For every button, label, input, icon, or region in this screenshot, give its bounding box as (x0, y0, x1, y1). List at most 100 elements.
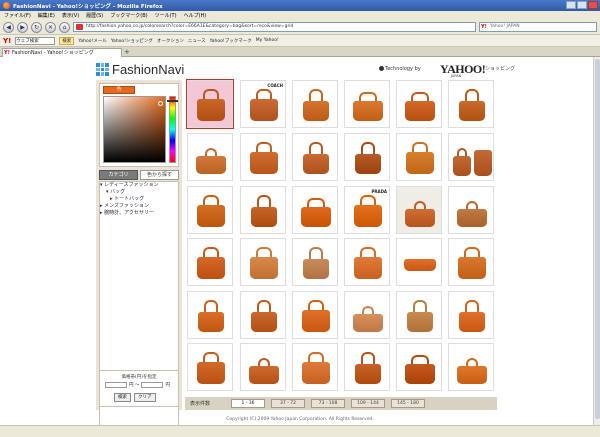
hue-slider[interactable] (169, 96, 176, 163)
page-button-2[interactable]: 37 - 72 (271, 399, 305, 408)
toolbar-link-news[interactable]: ニュース (188, 38, 206, 44)
bag-image (354, 257, 382, 279)
product-thumbnail[interactable] (292, 133, 338, 181)
product-thumbnail[interactable] (292, 80, 338, 128)
hue-slider-handle[interactable] (167, 100, 178, 102)
page-button-5[interactable]: 145 - 180 (391, 399, 425, 408)
product-thumbnail[interactable] (448, 80, 494, 128)
vertical-scrollbar[interactable] (593, 57, 600, 425)
product-thumbnail[interactable] (240, 343, 286, 391)
home-button[interactable]: ⌂ (59, 21, 70, 33)
tab-color-search[interactable]: 色から探す (140, 170, 179, 180)
product-thumbnail[interactable] (240, 133, 286, 181)
toolbar-search-button[interactable]: 検索 (59, 36, 75, 45)
product-thumbnail[interactable] (240, 238, 286, 286)
menu-tools[interactable]: ツール(T) (155, 12, 177, 19)
address-bar[interactable]: http://fashion.yahoo.co.jp/colorsearch?c… (73, 22, 476, 32)
bag-handle (361, 142, 375, 154)
toolbar-link-my-yahoo[interactable]: My Yahoo! (256, 38, 279, 43)
product-thumbnail[interactable] (187, 133, 233, 181)
fashionnavi-logo[interactable]: FashionNavi (96, 62, 184, 77)
price-min-input[interactable] (105, 382, 127, 388)
price-clear-button[interactable]: クリア (134, 393, 156, 402)
product-thumbnail[interactable] (292, 343, 338, 391)
new-tab-button[interactable]: + (124, 48, 130, 56)
toolbar-link-bookmarks[interactable]: Yahoo!ブックマーク (210, 38, 252, 44)
browser-search-input[interactable]: Yahoo! JAPAN (479, 22, 597, 32)
product-thumbnail[interactable] (187, 238, 233, 286)
product-thumbnail[interactable] (292, 238, 338, 286)
yahoo-japan-logo[interactable]: YAHOO! (440, 62, 486, 77)
product-thumbnail[interactable] (187, 343, 233, 391)
bag-image (197, 362, 225, 384)
minimize-button[interactable] (566, 1, 576, 9)
reload-button[interactable]: ↻ (31, 21, 42, 33)
product-thumbnail[interactable] (396, 186, 442, 234)
product-thumbnail[interactable] (187, 291, 233, 339)
bag-handle (203, 195, 219, 205)
price-search-button[interactable]: 検索 (114, 393, 131, 402)
bag-handle (413, 300, 427, 312)
product-thumbnail[interactable] (344, 133, 390, 181)
brand-label: COACH (267, 83, 283, 88)
product-thumbnail[interactable]: PRADA (344, 186, 390, 234)
category-mens[interactable]: ▸ メンズファッション (100, 203, 178, 210)
bag-handle (457, 148, 467, 156)
product-thumbnail[interactable] (396, 238, 442, 286)
forward-button[interactable]: ▶ (17, 21, 28, 33)
product-thumbnail[interactable] (448, 238, 494, 286)
sidebar: 色 カテゴリ 色から探す ▾ レディースファッション ▾ バッグ ▸ トートバッ… (96, 80, 182, 437)
menu-bookmarks[interactable]: ブックマーク(B) (110, 12, 147, 19)
product-thumbnail[interactable] (240, 291, 286, 339)
product-thumbnail[interactable] (448, 133, 494, 181)
category-tote[interactable]: ▸ トートバッグ (100, 196, 178, 203)
menu-file[interactable]: ファイル(F) (4, 12, 31, 19)
product-thumbnail[interactable] (344, 343, 390, 391)
browser-tab[interactable]: FashionNavi - Yahoo!ショッピング (2, 48, 122, 57)
toolbar-link-auction[interactable]: オークション (157, 38, 184, 44)
color-cursor[interactable] (158, 101, 163, 106)
page-button-4[interactable]: 109 - 144 (351, 399, 385, 408)
toolbar-search-select[interactable]: ウェブ検索 (15, 36, 56, 45)
page-button-3[interactable]: 73 - 108 (311, 399, 345, 408)
product-thumbnail[interactable] (396, 133, 442, 181)
color-saturation-area[interactable] (103, 96, 166, 163)
back-button[interactable]: ◀ (3, 21, 14, 33)
scrollbar-thumb[interactable] (595, 59, 600, 419)
product-thumbnail[interactable] (448, 186, 494, 234)
product-thumbnail[interactable] (187, 186, 233, 234)
toolbar-link-shopping[interactable]: Yahoo!ショッピング (111, 38, 153, 44)
tab-category[interactable]: カテゴリ (99, 170, 138, 180)
menu-history[interactable]: 履歴(S) (86, 12, 103, 19)
product-thumbnail[interactable] (344, 80, 390, 128)
product-thumbnail[interactable] (396, 291, 442, 339)
maximize-button[interactable] (577, 1, 587, 9)
product-thumbnail[interactable]: COACH (240, 80, 286, 128)
close-window-button[interactable] (588, 1, 598, 9)
product-thumbnail[interactable] (292, 186, 338, 234)
selected-color-swatch[interactable]: 色 (103, 86, 135, 94)
category-bags[interactable]: ▾ バッグ (100, 189, 178, 196)
product-thumbnail[interactable] (344, 291, 390, 339)
product-thumbnail[interactable] (292, 291, 338, 339)
category-watch-accessory[interactable]: ▸ 腕時計、アクセサリー (100, 210, 178, 217)
stop-button[interactable]: ✕ (45, 21, 56, 33)
menu-help[interactable]: ヘルプ(H) (184, 12, 207, 19)
product-thumbnail[interactable] (240, 186, 286, 234)
category-ladies[interactable]: ▾ レディースファッション (100, 182, 178, 189)
price-max-input[interactable] (141, 382, 164, 388)
product-thumbnail[interactable] (186, 79, 234, 129)
yahoo-shopping-tag[interactable]: ショッピング (485, 65, 515, 72)
yahoo-toolbar-icon[interactable]: Y! (3, 37, 11, 45)
product-thumbnail[interactable] (448, 343, 494, 391)
product-thumbnail[interactable] (344, 238, 390, 286)
menu-view[interactable]: 表示(V) (62, 12, 79, 19)
product-grid: COACH PRADA (185, 79, 497, 395)
product-thumbnail[interactable] (396, 80, 442, 128)
menu-edit[interactable]: 編集(E) (38, 12, 55, 19)
product-thumbnail[interactable] (396, 343, 442, 391)
product-thumbnail[interactable] (448, 291, 494, 339)
toolbar-link-mail[interactable]: Yahoo!メール (78, 38, 107, 44)
logo-grid-icon (96, 63, 109, 76)
page-button-1[interactable]: 1 - 36 (231, 399, 265, 408)
